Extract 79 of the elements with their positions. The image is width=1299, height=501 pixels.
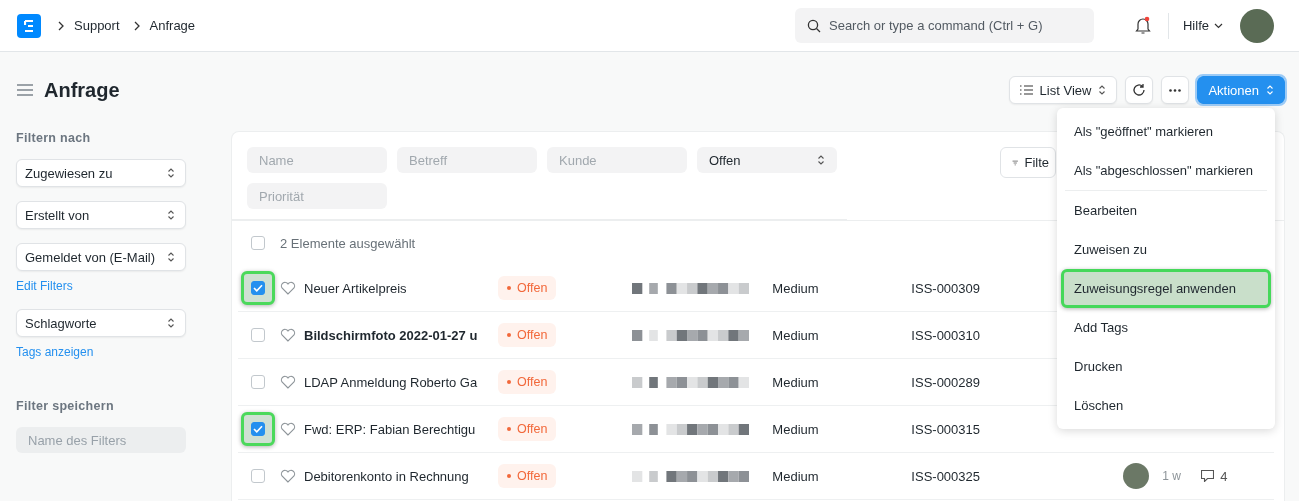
search-field[interactable]: Search or type a command (Ctrl + G)	[795, 8, 1094, 43]
subject-link[interactable]: Neuer Artikelpreis	[304, 280, 484, 296]
refresh-button[interactable]	[1125, 76, 1154, 104]
comment-icon	[1201, 470, 1215, 482]
checkbox[interactable]	[251, 375, 265, 389]
menu-item[interactable]: Drucken	[1061, 347, 1271, 386]
priority-text: Medium	[772, 327, 820, 343]
filter-button[interactable]: Filte	[1000, 147, 1056, 178]
checkbox[interactable]	[251, 328, 265, 342]
sort-caret-icon	[817, 154, 825, 166]
view-switcher[interactable]: List View	[1008, 76, 1118, 104]
priority-text: Medium	[772, 280, 820, 296]
heart-icon[interactable]	[280, 422, 296, 436]
list-icon	[1019, 85, 1033, 95]
help-menu[interactable]: Hilfe	[1183, 18, 1223, 33]
menu-item[interactable]: Löschen	[1061, 386, 1271, 425]
heart-icon[interactable]	[280, 375, 296, 389]
menu-item[interactable]: Add Tags	[1061, 308, 1271, 347]
section-heading: Filter speichern	[16, 399, 115, 413]
subject-link[interactable]: Debitorenkonto in Rechnung	[304, 468, 484, 484]
filter-select[interactable]: Zugewiesen zu	[16, 159, 186, 187]
menu-item[interactable]: Zuweisungsregel anwenden	[1061, 269, 1271, 308]
menu-item[interactable]: Zuweisen zu	[1061, 230, 1271, 269]
checkbox[interactable]	[251, 469, 265, 483]
timestamp-text: 1 w	[1162, 469, 1183, 483]
status-badge: Offen	[498, 323, 557, 347]
filter-icon	[1012, 157, 1019, 168]
issue-id: ISS-000289	[911, 374, 981, 390]
issue-id: ISS-000309	[911, 280, 981, 296]
more-button[interactable]	[1161, 76, 1190, 104]
status-badge: Offen	[498, 370, 557, 394]
assignee-avatar[interactable]	[1123, 463, 1150, 489]
chevron-right-icon	[132, 20, 141, 31]
sort-caret-icon	[167, 251, 175, 263]
filter-select[interactable]: Schlagworte	[16, 309, 186, 337]
issue-id: ISS-000325	[911, 468, 981, 484]
search-icon	[807, 18, 821, 33]
sort-caret-icon	[167, 209, 175, 221]
menu-item[interactable]: Als "abgeschlossen" markieren	[1061, 151, 1271, 190]
issue-id: ISS-000315	[911, 421, 981, 437]
breadcrumb-link[interactable]: Support	[74, 18, 120, 33]
checkbox[interactable]	[251, 236, 265, 250]
sort-caret-icon	[167, 317, 175, 329]
sort-caret-icon	[1266, 84, 1274, 96]
sort-caret-icon	[1098, 84, 1107, 96]
checkbox[interactable]	[251, 422, 265, 436]
heart-icon[interactable]	[280, 281, 296, 295]
heart-icon[interactable]	[280, 328, 296, 342]
heart-icon[interactable]	[280, 469, 296, 483]
chevron-down-icon	[1214, 22, 1223, 29]
app-logo[interactable]	[17, 13, 41, 38]
subject-link[interactable]: Bildschirmfoto 2022-01-27 u	[304, 327, 484, 343]
breadcrumb-link[interactable]: Anfrage	[149, 18, 196, 33]
priority-text: Medium	[772, 374, 820, 390]
priority-text: Medium	[772, 468, 820, 484]
menu-item[interactable]: Bearbeiten	[1061, 191, 1271, 230]
status-badge: Offen	[498, 417, 557, 441]
priority-text: Medium	[772, 421, 820, 437]
issue-id: ISS-000310	[911, 327, 981, 343]
section-heading: Filtern nach	[16, 131, 92, 145]
page-title: Anfrage	[44, 78, 120, 102]
status-badge: Offen	[498, 276, 557, 300]
subject-link[interactable]: Fwd: ERP: Fabian Berechtigu	[304, 421, 484, 437]
subject-link[interactable]: LDAP Anmeldung Roberto Ga	[304, 374, 484, 390]
filter-select[interactable]: Erstellt von	[16, 201, 186, 229]
sort-caret-icon	[167, 167, 175, 179]
status-badge: Offen	[498, 464, 557, 488]
status-select[interactable]: Offen	[697, 147, 837, 173]
menu-item[interactable]: Als "geöffnet" markieren	[1061, 112, 1271, 151]
menu-icon[interactable]	[16, 83, 34, 97]
bell-icon[interactable]	[1134, 16, 1152, 35]
filter-select[interactable]: Gemeldet von (E-Mail)	[16, 243, 186, 271]
selection-count: 2 Elemente ausgewählt	[280, 235, 416, 251]
user-avatar[interactable]	[1240, 8, 1274, 43]
refresh-icon	[1132, 83, 1147, 97]
comment-count: 4	[1220, 468, 1228, 484]
more-icon	[1169, 88, 1182, 92]
chevron-right-icon	[57, 20, 65, 31]
checkbox[interactable]	[251, 281, 265, 295]
